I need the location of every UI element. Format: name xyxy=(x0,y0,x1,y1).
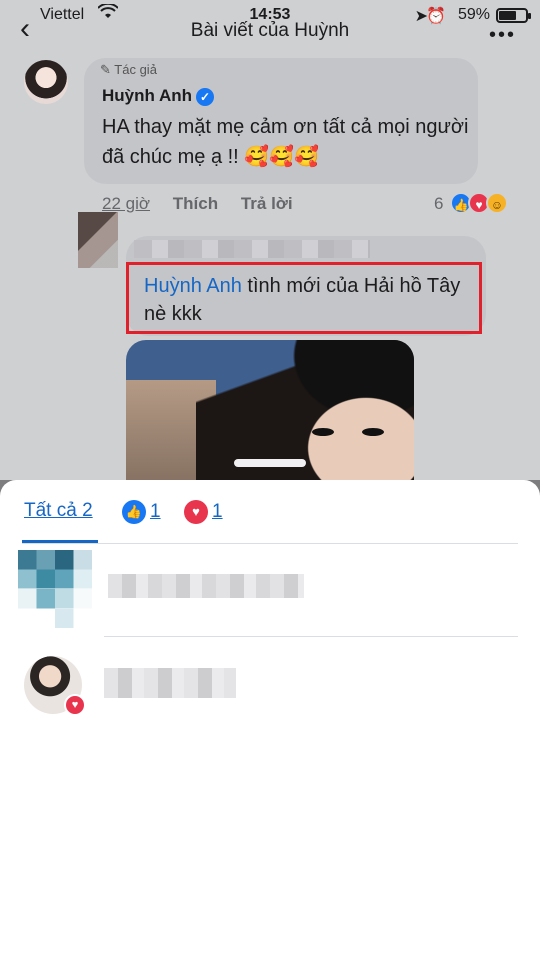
more-dots-icon[interactable]: ••• xyxy=(489,24,516,47)
author-badge-label: Tác giả xyxy=(114,62,157,77)
love-icon: ♥ xyxy=(184,500,208,524)
nav-bar: ‹ Bài viết của Huỳnh ••• xyxy=(0,14,540,48)
comment-time[interactable]: 22 giờ xyxy=(102,194,150,213)
list-item[interactable] xyxy=(0,550,540,640)
reaction-count[interactable]: 6 xyxy=(434,194,443,214)
tab-love-count: 1 xyxy=(212,501,223,522)
comment-author-name[interactable]: Huỳnh Anh ✓ xyxy=(102,86,215,106)
like-icon: 👍 xyxy=(122,500,146,524)
page-title: Bài viết của Huỳnh xyxy=(190,20,350,41)
tab-love[interactable]: ♥ 1 xyxy=(184,500,223,524)
avatar[interactable] xyxy=(24,60,68,104)
list-item[interactable]: ♥ xyxy=(0,650,540,730)
highlight-box xyxy=(126,262,482,334)
reactions-sheet: Tất cả 2 👍 1 ♥ 1 ♥ xyxy=(0,480,540,961)
tab-all[interactable]: Tất cả 2 xyxy=(24,500,93,522)
photo-eye xyxy=(312,428,334,436)
background-page: Viettel 14:53 ➤ ⏰ 59% ‹ Bài viết của Huỳ… xyxy=(0,0,540,480)
like-button[interactable]: Thích xyxy=(173,194,218,213)
verified-badge-icon: ✓ xyxy=(196,87,215,106)
blurred-name xyxy=(108,574,304,598)
blurred-name xyxy=(104,668,236,698)
care-icon: ☺ xyxy=(486,192,508,214)
photo-eye xyxy=(362,428,384,436)
reply-button[interactable]: Trả lời xyxy=(241,194,293,213)
pencil-icon: ✎ xyxy=(100,62,111,77)
sheet-grabber[interactable] xyxy=(234,459,306,467)
author-name-text: Huỳnh Anh xyxy=(102,86,193,105)
blurred-name xyxy=(134,240,370,258)
divider xyxy=(104,636,518,637)
author-badge: ✎ Tác giả xyxy=(100,62,157,78)
tab-like[interactable]: 👍 1 xyxy=(122,500,161,524)
comment-text: HA thay mặt mẹ cảm ơn tất cả mọi người đ… xyxy=(102,116,469,168)
tab-like-count: 1 xyxy=(150,501,161,522)
avatar xyxy=(18,550,92,628)
blurred-avatar[interactable] xyxy=(78,212,118,268)
reaction-tabs: Tất cả 2 👍 1 ♥ 1 xyxy=(22,500,518,544)
divider xyxy=(22,543,518,544)
love-icon: ♥ xyxy=(64,694,86,716)
reaction-summary[interactable]: 👍 ♥ ☺ xyxy=(450,192,508,214)
comment-actions: 22 giờ Thích Trả lời xyxy=(102,194,311,214)
